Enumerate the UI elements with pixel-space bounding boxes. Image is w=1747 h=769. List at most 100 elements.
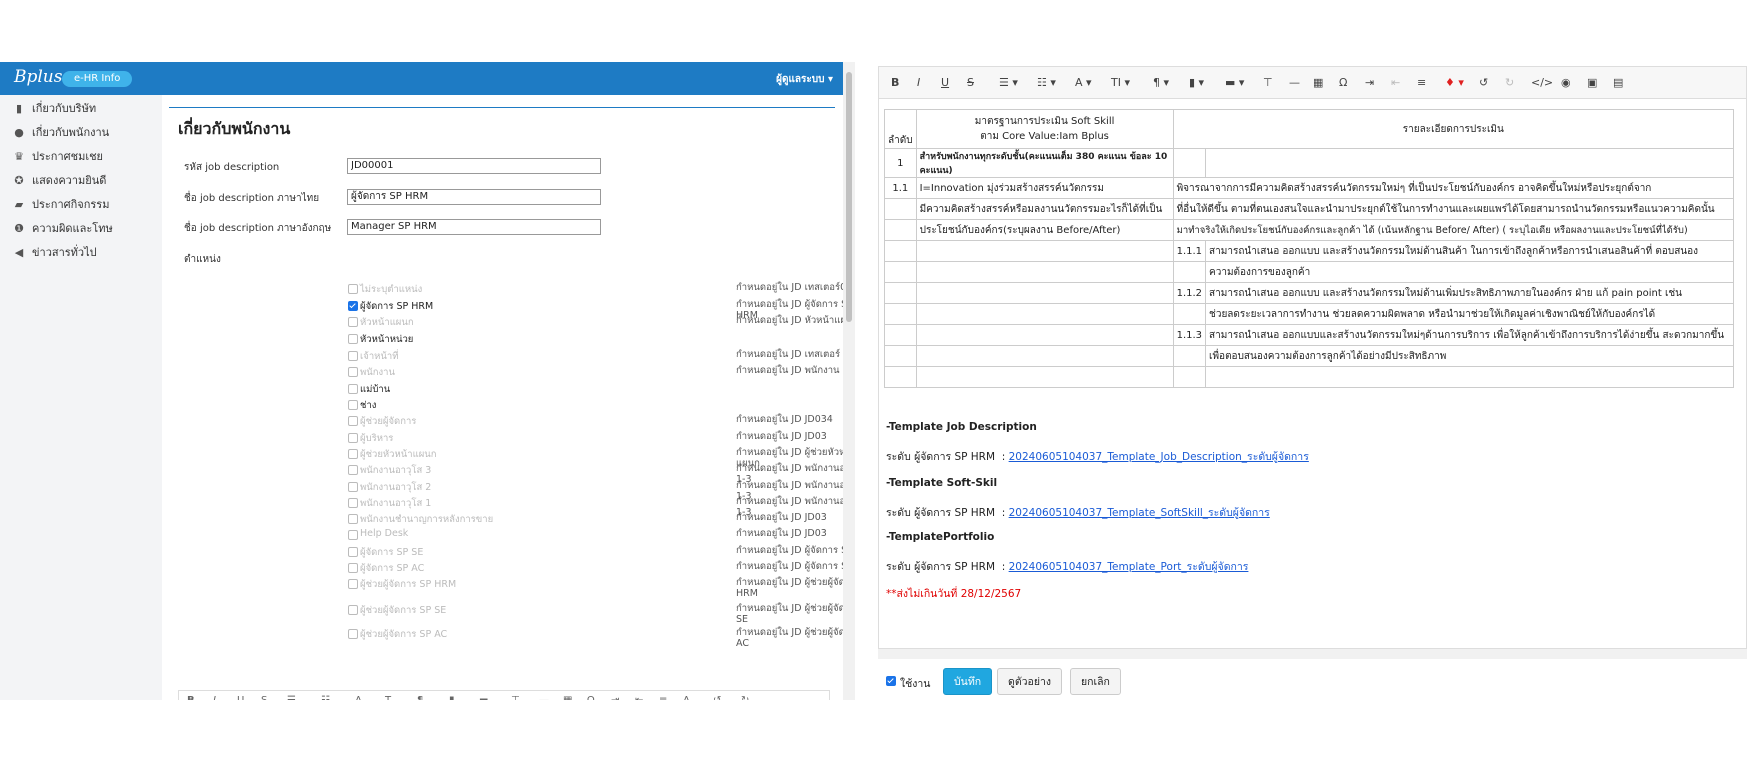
template-jd-link[interactable]: 20240605104037_Template_Job_Description_… [1009,451,1309,463]
position-checkbox [348,351,358,361]
image-icon[interactable]: ▣ [1587,76,1597,89]
list-bullet-icon[interactable]: ☰ [287,695,296,700]
position-row: ผู้จัดการ SP AC กำหนดอยู่ใน JD ผู้จัดการ … [348,560,855,576]
table-icon[interactable]: ▦ [1313,76,1323,89]
jd-name-th-input[interactable] [347,189,601,205]
indent-icon[interactable]: ⇥ [1365,76,1374,89]
position-checkbox[interactable] [348,384,358,394]
position-name: ช่าง [360,400,377,411]
underline-icon[interactable]: U [237,695,244,700]
paragraph-icon[interactable]: ¶ ▾ [1153,76,1169,89]
evaluation-table: ลำดับ มาตรฐานการประเมิน Soft Skill ตาม Co… [884,109,1735,388]
cancel-button[interactable]: ยกเลิก [1070,668,1121,695]
position-checkbox [348,605,358,615]
position-row: พนักงานอาวุโส 2 กำหนดอยู่ใน JD พนักงานอาว… [348,479,855,502]
hr-icon[interactable]: — [1289,76,1300,89]
position-checkbox[interactable] [348,334,358,344]
sidebar-item-label: เกี่ยวกับบริษัท [32,102,97,115]
template-softskill-link[interactable]: 20240605104037_Template_SoftSkill_ระดับผ… [1009,507,1270,519]
align-icon[interactable]: ≡ [1417,76,1426,89]
position-name: พนักงานอาวุโส 1 [360,498,432,509]
position-row: แม่บ้าน [348,381,788,397]
color-drop-icon[interactable]: ♦ ▾ [1445,76,1464,89]
jd-name-en-input[interactable] [347,219,601,235]
scroll-thumb[interactable] [846,72,852,322]
sidebar-item-company[interactable]: ▮ เกี่ยวกับบริษัท [12,99,96,119]
italic-icon[interactable]: I [213,695,216,700]
strike-icon[interactable]: S [967,76,974,89]
outdent-icon[interactable]: ⇤ [1391,76,1400,89]
position-checkbox [348,563,358,573]
strike-icon[interactable]: S [261,695,267,700]
horizontal-scrollbar[interactable] [878,649,1747,659]
bold-icon[interactable]: B [891,76,899,89]
preview-eye-icon[interactable]: ◉ [1561,76,1571,89]
sidebar-item-penalties[interactable]: ❶ ความผิดและโทษ [12,219,113,239]
list-bullet-icon[interactable]: ☰ ▾ [999,76,1018,89]
underline-icon[interactable]: U [941,76,949,89]
indent-icon[interactable]: ⇥ [611,695,619,700]
omega-icon[interactable]: Ω [587,695,595,700]
table-cell [915,366,1174,388]
undo-icon[interactable]: ↺ [713,695,721,700]
highlight-icon[interactable]: ▮ ▾ [1189,76,1204,89]
template-portfolio-link[interactable]: 20240605104037_Template_Port_ระดับผู้จัด… [1009,561,1249,573]
format-icon[interactable]: ⊤ [1263,76,1273,89]
format-icon[interactable]: ⊤ [511,695,520,700]
preview-button[interactable]: ดูตัวอย่าง [997,668,1063,695]
list-number-icon[interactable]: ☷ [321,695,330,700]
position-row: ช่าง [348,397,788,413]
sidebar-item-label: ประกาศชมเชย [32,150,104,163]
position-row: ผู้ช่วยผู้จัดการ SP HRM กำหนดอยู่ใน JD ผู… [348,576,855,599]
font-size-icon[interactable]: T [385,695,391,700]
position-checkbox[interactable] [348,301,358,311]
sidebar-item-congrats[interactable]: ✪ แสดงความยินดี [12,171,106,191]
save-button[interactable]: บันทึก [943,668,993,695]
editor-content[interactable]: ลำดับ มาตรฐานการประเมิน Soft Skill ตาม Co… [878,99,1747,649]
position-checkbox [348,465,358,475]
list-number-icon[interactable]: ☷ ▾ [1037,76,1056,89]
highlight-icon[interactable]: ▮ [449,695,455,700]
vertical-scrollbar[interactable] [843,62,855,700]
hr-icon[interactable]: — [539,695,549,700]
font-size-icon[interactable]: TI ▾ [1111,76,1130,89]
table-style-icon[interactable]: ▬ ▾ [1225,76,1244,89]
omega-icon[interactable]: Ω [1339,76,1347,89]
position-name: พนักงานอาวุโส 2 [360,482,432,493]
jd-code-input[interactable] [347,158,601,174]
table-icon[interactable]: ▦ [563,695,572,700]
redo-icon[interactable]: ↻ [1505,76,1514,89]
main-panel: เกี่ยวกับพนักงาน รหัส job description ชื… [162,95,855,700]
position-row: ผู้จัดการ SP SE กำหนดอยู่ใน JD ผู้จัดการ … [348,544,855,560]
code-view-icon[interactable]: </> [1531,76,1553,89]
table-style-icon[interactable]: ▬ [479,695,488,700]
font-color-icon[interactable]: A ▾ [1075,76,1092,89]
position-name: แม่บ้าน [360,384,391,395]
position-checkbox [348,416,358,426]
position-checkbox[interactable] [348,400,358,410]
sidebar-item-news[interactable]: ◀ ข่าวสารทั่วไป [12,243,97,263]
undo-icon[interactable]: ↺ [1479,76,1488,89]
redo-icon[interactable]: ↻ [741,695,749,700]
paragraph-icon[interactable]: ¶ [417,695,423,700]
outdent-icon[interactable]: ⇤ [635,695,643,700]
sidebar-item-praise[interactable]: ♛ ประกาศชมเชย [12,147,103,167]
position-desc: กำหนดอยู่ใน JD ผู้จัดการ SP AC [736,561,855,572]
position-name: พนักงานชำนาญการหลังการขาย [360,514,494,525]
template-softskill-title: -Template Soft-Skil [886,477,998,489]
active-checkbox[interactable] [886,676,896,686]
color-drop-icon[interactable]: A [683,695,690,700]
align-icon[interactable]: ≡ [659,695,667,700]
document-icon[interactable]: ▤ [1613,76,1623,89]
position-name: ผู้จัดการ SP SE [360,547,424,558]
sidebar-item-employee[interactable]: ● เกี่ยวกับพนักงาน [12,123,109,143]
editor-toolbar-partial: B I U S ☰ ☷ A T ¶ ▮ ▬ ⊤ — ▦ Ω ⇥ ⇤ ≡ A ↺ … [178,690,830,700]
position-desc: กำหนดอยู่ใน JD เทสเตอร์01 [736,282,853,293]
position-checkbox [348,449,358,459]
sidebar-item-activities[interactable]: ▰ ประกาศกิจกรรม [12,195,110,215]
position-row: ผู้บริหาร กำหนดอยู่ใน JD JD03 [348,430,827,446]
italic-icon[interactable]: I [917,76,920,89]
user-menu[interactable]: ผู้ดูแลระบบ ▾ [776,72,833,87]
font-color-icon[interactable]: A [355,695,362,700]
bold-icon[interactable]: B [187,695,195,700]
